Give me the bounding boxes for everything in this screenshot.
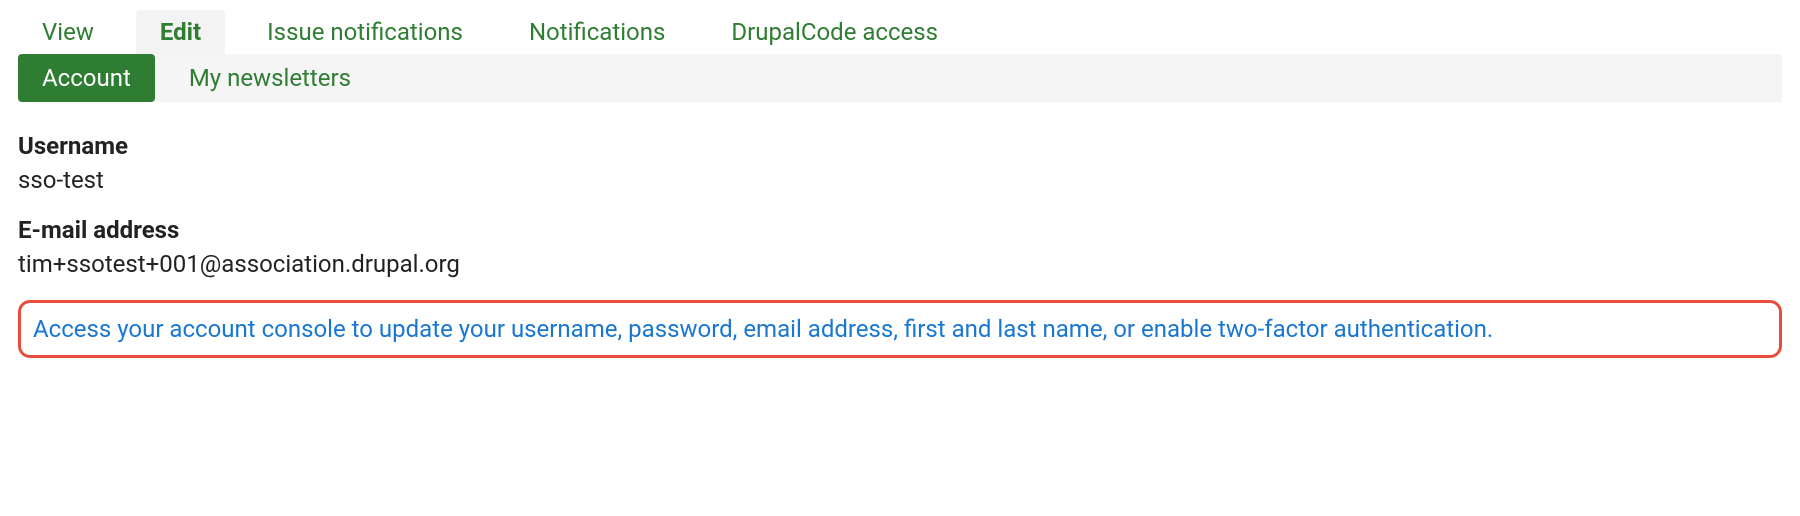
tab-notifications[interactable]: Notifications (505, 10, 689, 54)
subtab-my-newsletters[interactable]: My newsletters (165, 54, 375, 102)
secondary-tabs: Account My newsletters (18, 54, 1782, 102)
tab-edit[interactable]: Edit (136, 10, 225, 54)
email-field-group: E-mail address tim+ssotest+001@associati… (18, 216, 1782, 278)
account-console-link[interactable]: Access your account console to update yo… (33, 315, 1493, 343)
email-label: E-mail address (18, 216, 1782, 244)
username-value: sso-test (18, 166, 1782, 194)
email-value: tim+ssotest+001@association.drupal.org (18, 250, 1782, 278)
tab-view[interactable]: View (18, 10, 118, 54)
primary-tabs: View Edit Issue notifications Notificati… (18, 10, 1782, 54)
tab-issue-notifications[interactable]: Issue notifications (243, 10, 487, 54)
subtab-account[interactable]: Account (18, 54, 155, 102)
tab-drupalcode-access[interactable]: DrupalCode access (707, 10, 962, 54)
username-label: Username (18, 132, 1782, 160)
console-link-highlight: Access your account console to update yo… (18, 300, 1782, 358)
username-field-group: Username sso-test (18, 132, 1782, 194)
